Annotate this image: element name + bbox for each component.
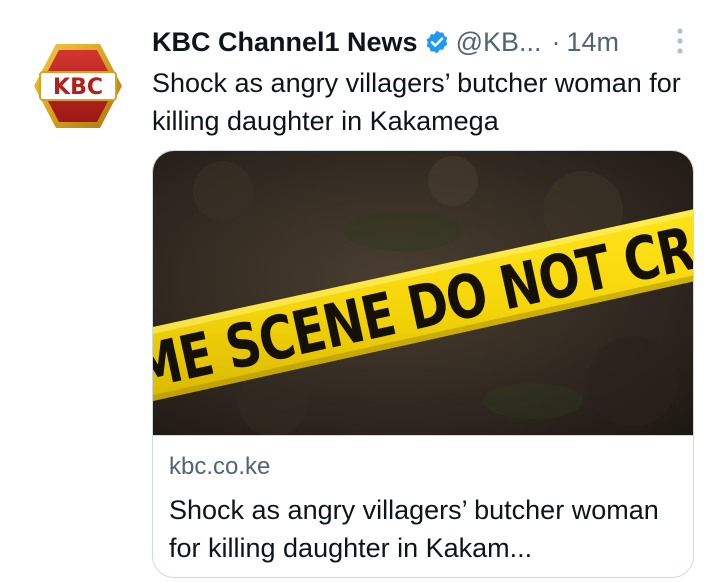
link-card[interactable]: CRIME SCENE DO NOT CROSS kbc.co.ke Shock… (152, 150, 694, 578)
verified-badge-icon (424, 29, 450, 55)
display-name[interactable]: KBC Channel1 News (152, 27, 418, 58)
tweet-text: Shock as angry villagers’ butcher woman … (152, 68, 681, 136)
tweet-header: KBC Channel1 News @KB... · 14m (152, 22, 619, 62)
avatar-label: KBC (53, 75, 103, 100)
card-domain: kbc.co.ke (169, 453, 271, 480)
tweet[interactable]: KBC KBC Channel1 News @KB... · 14m Shock… (0, 0, 720, 582)
handle[interactable]: @KB... (456, 27, 542, 58)
timestamp[interactable]: 14m (567, 27, 620, 58)
more-vertical-icon[interactable] (674, 26, 686, 56)
kbc-logo-icon: KBC (34, 44, 122, 128)
card-image[interactable]: CRIME SCENE DO NOT CROSS (153, 151, 693, 436)
crime-scene-tape-image: CRIME SCENE DO NOT CROSS (153, 151, 693, 435)
card-title: Shock as angry villagers’ butcher woman … (169, 495, 659, 563)
separator-dot: · (551, 26, 561, 57)
avatar[interactable]: KBC (32, 40, 124, 132)
